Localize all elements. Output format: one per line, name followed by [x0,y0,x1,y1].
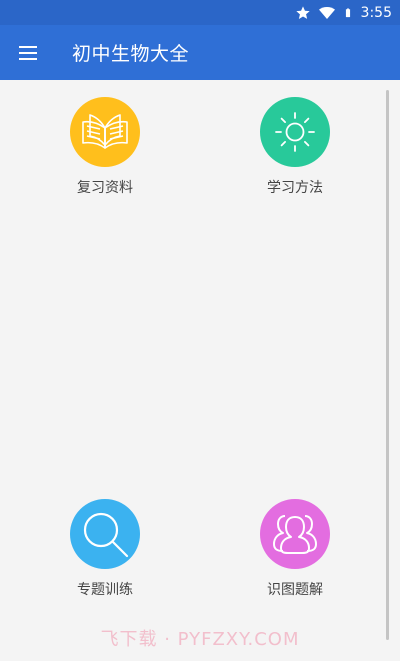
status-bar: 3:55 [0,0,400,25]
tile-study-methods[interactable]: 学习方法 [230,97,360,197]
watermark: 飞下载 · PYFZXY.COM [100,629,300,650]
star-icon [295,5,310,19]
tile-label: 复习资料 [77,180,133,196]
tile-label: 识图题解 [267,582,323,598]
tile-topic-training[interactable]: 专题训练 [40,499,170,599]
users-icon [273,515,317,554]
status-time: 3:55 [360,4,392,21]
sun-icon [275,112,315,152]
scrollbar[interactable] [386,90,389,640]
tile-label: 专题训练 [77,582,133,598]
search-icon [83,512,129,558]
tile-circle [260,97,330,167]
main-content: 复习资料 学习方法 专题训练 识图题解 飞下载 · PYFZXY.COM [0,80,400,661]
tile-review-materials[interactable]: 复习资料 [40,97,170,197]
menu-icon [19,45,37,60]
tile-diagram-solutions[interactable]: 识图题解 [230,499,360,599]
wifi-icon [318,6,335,19]
tile-circle [70,97,140,167]
menu-button[interactable] [0,25,56,80]
app-bar: 初中生物大全 [0,25,400,80]
book-icon [82,114,128,149]
tile-label: 学习方法 [267,180,323,196]
page-title: 初中生物大全 [72,43,190,65]
tile-circle [70,499,140,569]
tile-circle [260,499,330,569]
battery-icon [345,7,350,17]
